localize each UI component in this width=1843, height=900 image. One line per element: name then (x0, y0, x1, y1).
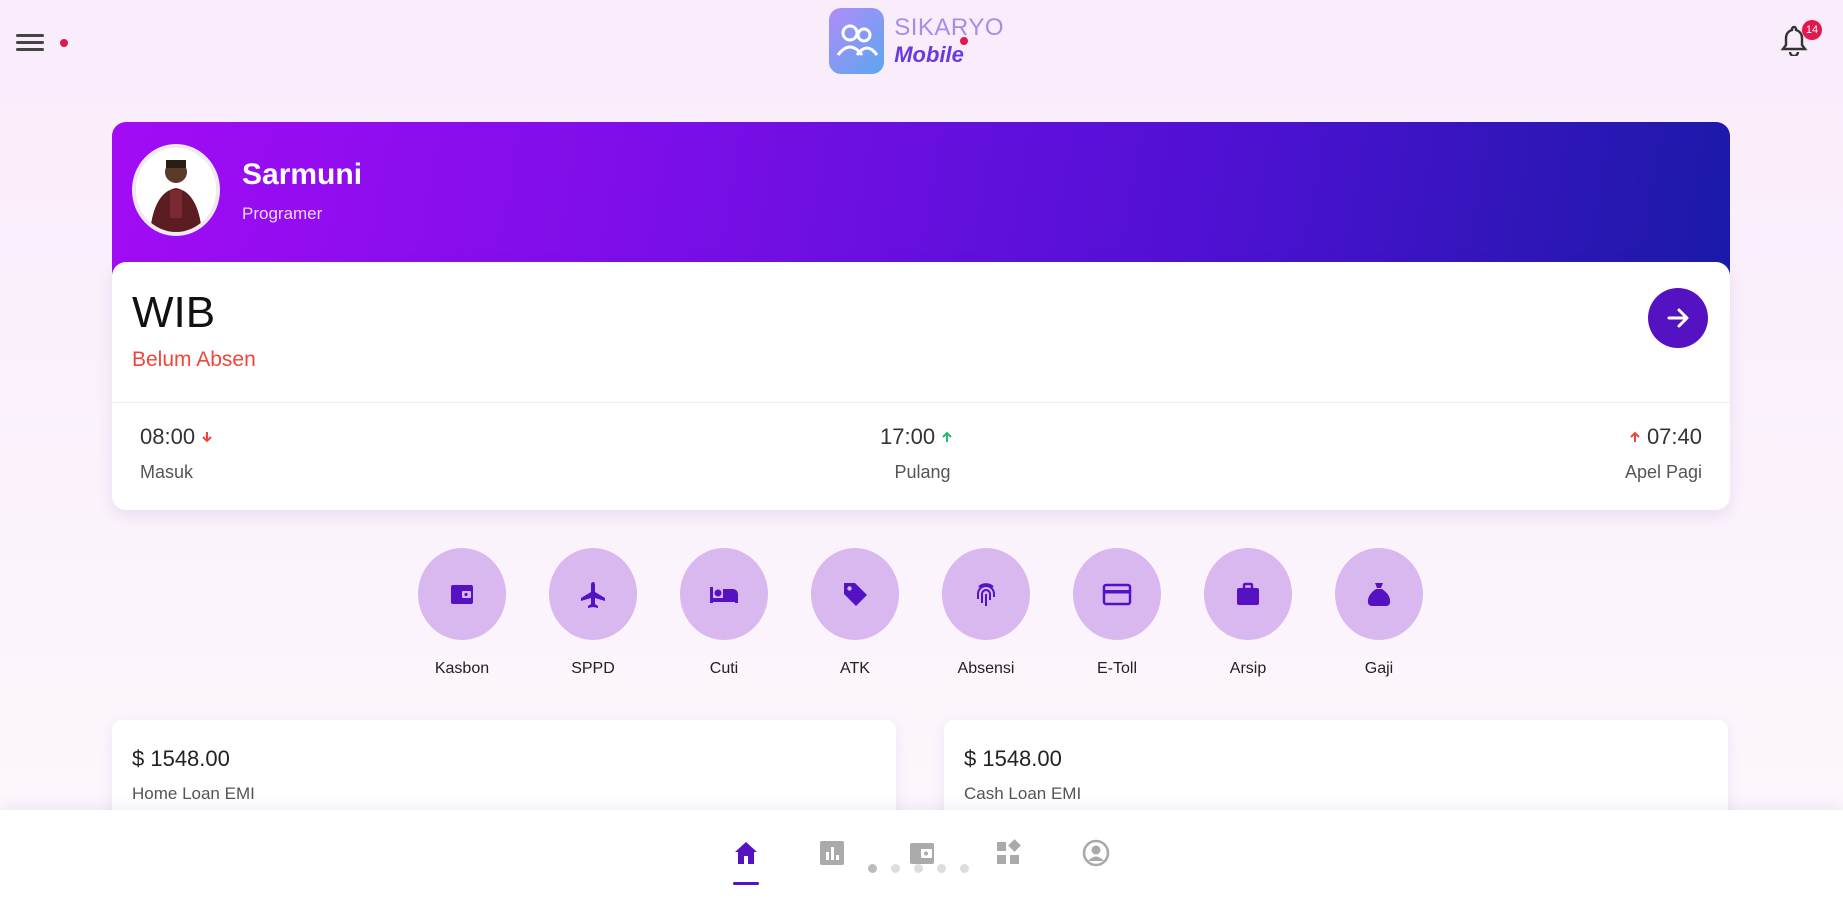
account-circle-icon (1082, 839, 1110, 867)
arrow-up-icon (1630, 431, 1640, 442)
profile-role: Programer (242, 204, 323, 223)
menu-item-label: Cuti (709, 660, 739, 677)
logo-subtitle: Mobile (894, 42, 964, 67)
nav-active-indicator (733, 882, 759, 885)
arrow-right-icon (1667, 308, 1689, 328)
slot-label: Pulang (894, 462, 951, 482)
fingerprint-icon (977, 583, 995, 606)
attendance-go-button[interactable] (1648, 288, 1708, 348)
slot-time: 07:40 (1646, 424, 1702, 449)
menu-item-label: Gaji (1364, 660, 1394, 677)
arrow-up-icon (942, 431, 952, 442)
attendance-status: Belum Absen (132, 348, 256, 371)
slot-masuk: 08:00 Masuk (140, 424, 213, 483)
tag-icon (844, 583, 867, 606)
bottom-navigation (0, 810, 1843, 900)
profile-card: Sarmuni Programer (112, 122, 1730, 282)
slot-label: Masuk (140, 462, 194, 482)
menu-item-sppd[interactable]: SPPD (549, 548, 637, 678)
page-indicator (868, 864, 969, 873)
home-icon (735, 842, 757, 864)
loan-amount: $ 1548.00 (132, 746, 230, 771)
menu-item-atk[interactable]: ATK (811, 548, 899, 678)
hamburger-menu-icon[interactable] (16, 30, 48, 56)
menu-item-label: Absensi (957, 660, 1015, 677)
slot-time: 08:00 (140, 424, 196, 449)
slot-label: Apel Pagi (1624, 462, 1702, 482)
page-dot[interactable] (937, 864, 946, 873)
page-dot[interactable] (868, 864, 877, 873)
briefcase-icon (1237, 582, 1259, 605)
apps-grid-icon (997, 839, 1021, 864)
logo-indicator-dot (960, 37, 968, 45)
nav-home[interactable] (728, 838, 764, 878)
money-bag-icon (1367, 583, 1391, 606)
menu-item-label: SPPD (571, 660, 615, 677)
notification-button[interactable]: 14 (1780, 20, 1822, 60)
menu-item-label: E-Toll (1096, 660, 1137, 677)
profile-name: Sarmuni (242, 158, 363, 191)
loan-label: Home Loan EMI (132, 784, 255, 803)
menu-item-label: ATK (840, 660, 870, 677)
attendance-card: WIB Belum Absen 08:00 Masuk 17:00 Pulang… (112, 262, 1730, 510)
top-bar: SIKARYO Mobile 14 (0, 0, 1843, 90)
card-icon (1102, 583, 1132, 606)
bar-chart-icon (820, 841, 844, 865)
arrow-down-icon (202, 432, 212, 443)
loan-label: Cash Loan EMI (964, 784, 1082, 803)
page-dot[interactable] (891, 864, 900, 873)
slot-time: 17:00 (880, 424, 936, 449)
menu-item-gaji[interactable]: Gaji (1335, 548, 1423, 678)
avatar[interactable] (132, 144, 220, 236)
logo-title: SIKARYO (894, 14, 1004, 41)
people-logo-icon (829, 8, 885, 74)
page-dot[interactable] (960, 864, 969, 873)
airplane-icon (581, 582, 605, 608)
loan-amount: $ 1548.00 (964, 746, 1062, 771)
timezone-label: WIB (132, 288, 216, 337)
menu-item-cuti[interactable]: Cuti (680, 548, 768, 678)
menu-item-arsip[interactable]: Arsip (1204, 548, 1292, 678)
menu-item-label: Kasbon (434, 660, 490, 677)
menu-item-etoll[interactable]: E-Toll (1073, 548, 1161, 678)
bed-icon (710, 587, 738, 603)
menu-indicator-dot (60, 39, 68, 47)
page-dot[interactable] (914, 864, 923, 873)
menu-item-absensi[interactable]: Absensi (942, 548, 1030, 678)
divider (112, 402, 1730, 403)
app-logo: SIKARYO Mobile (829, 6, 1004, 76)
menu-item-kasbon[interactable]: Kasbon (418, 548, 506, 678)
slot-apel-pagi: 07:40 Apel Pagi (1625, 424, 1702, 483)
nav-apps[interactable] (990, 838, 1026, 878)
menu-item-label: Arsip (1229, 660, 1267, 677)
wallet-icon (451, 585, 473, 604)
nav-stats[interactable] (814, 838, 850, 878)
nav-profile[interactable] (1078, 838, 1114, 878)
slot-pulang: 17:00 Pulang (880, 424, 953, 483)
notification-badge: 14 (1802, 20, 1822, 40)
feature-menu: Kasbon SPPD Cuti ATK Absensi E-Toll Arsi… (418, 548, 1424, 688)
